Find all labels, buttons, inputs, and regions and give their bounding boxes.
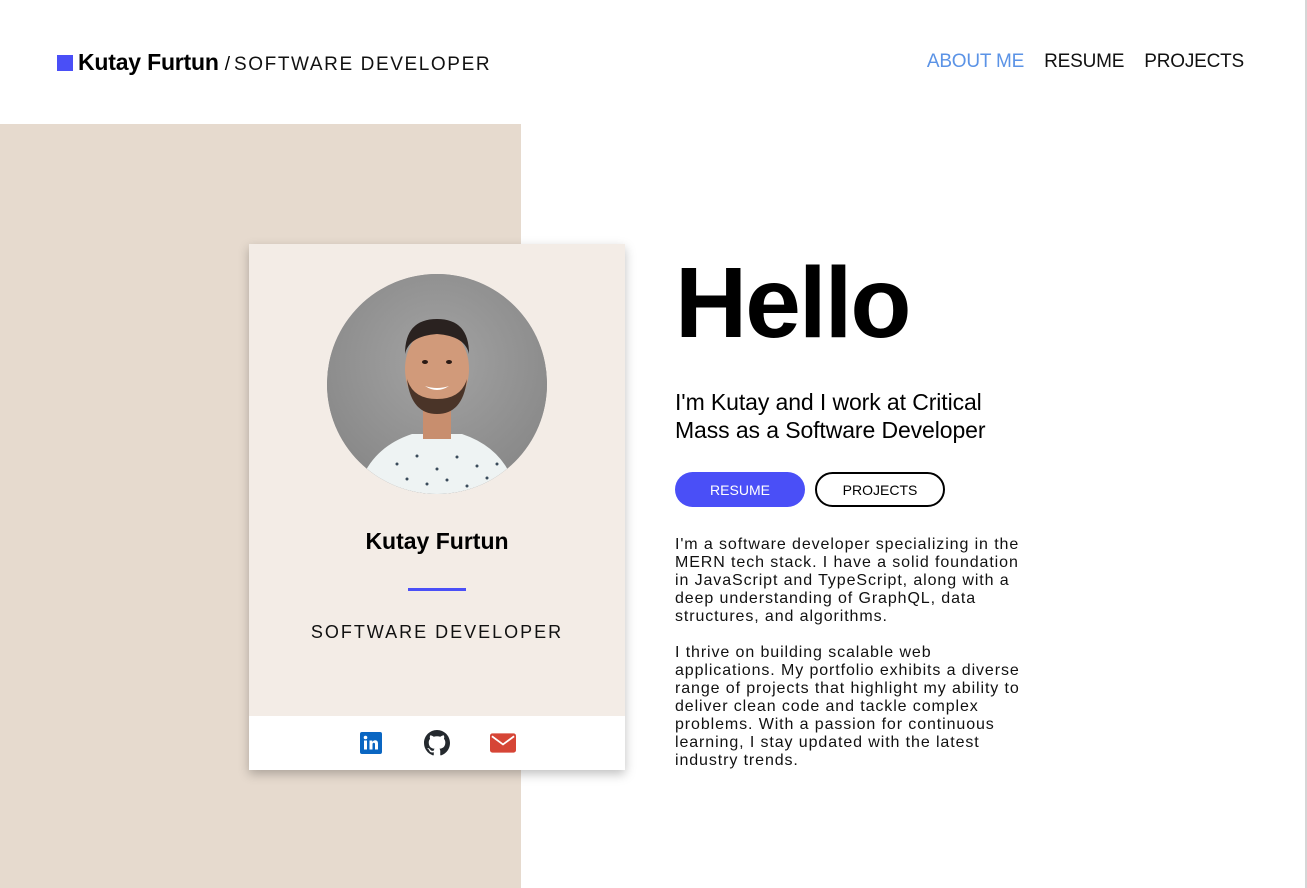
card-name: Kutay Furtun	[365, 528, 509, 554]
card-divider	[408, 588, 466, 591]
nav-resume[interactable]: RESUME	[1044, 51, 1124, 73]
resume-button[interactable]: RESUME	[675, 472, 805, 507]
bio-paragraph: I thrive on building scalable web applic…	[675, 644, 1020, 769]
intro-text: I'm Kutay and I work at Critical Mass as…	[675, 389, 986, 443]
projects-button[interactable]: PROJECTS	[815, 472, 945, 507]
profile-card: Kutay Furtun SOFTWARE DEVELOPER	[249, 244, 625, 770]
brand-separator: /	[224, 54, 230, 75]
site-header: Kutay Furtun / SOFTWARE DEVELOPER ABOUT …	[0, 0, 1305, 124]
github-icon	[424, 730, 450, 756]
nav-projects[interactable]: PROJECTS	[1144, 51, 1244, 73]
email-icon	[490, 733, 516, 753]
brand-square-icon	[57, 54, 73, 71]
card-role: SOFTWARE DEVELOPER	[310, 622, 564, 642]
linkedin-icon	[360, 732, 382, 754]
avatar-photo	[327, 274, 547, 494]
nav-about-me[interactable]: ABOUT ME	[927, 51, 1024, 73]
github-link[interactable]	[424, 730, 450, 756]
avatar	[327, 274, 547, 494]
brand-name: Kutay Furtun	[78, 49, 219, 75]
linkedin-link[interactable]	[358, 730, 384, 756]
main-nav: ABOUT ME RESUME PROJECTS	[927, 51, 1244, 73]
brand-role: SOFTWARE DEVELOPER	[233, 54, 492, 75]
bio-paragraph: I'm a software developer specializing in…	[675, 536, 1020, 625]
social-links	[249, 716, 625, 770]
brand[interactable]: Kutay Furtun / SOFTWARE DEVELOPER	[57, 49, 491, 76]
greeting-heading: Hello	[675, 247, 911, 359]
email-link[interactable]	[490, 730, 516, 756]
